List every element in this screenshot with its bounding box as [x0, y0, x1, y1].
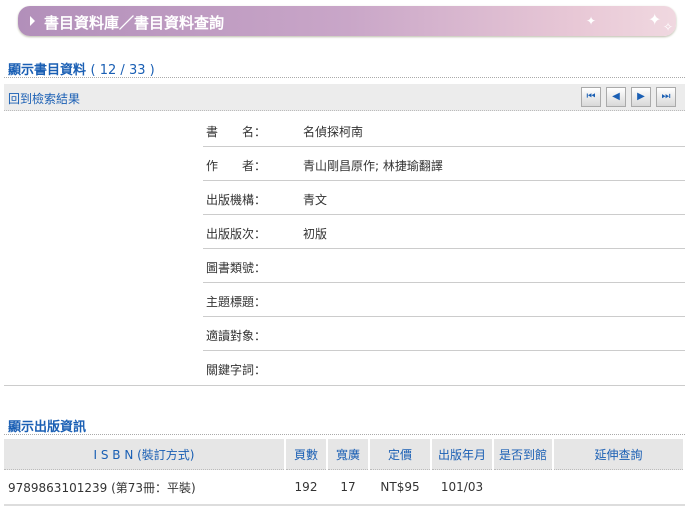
- detail-row-publisher: 出版機構： 青文: [203, 181, 685, 215]
- section-title-publication: 顯示出版資訊: [8, 420, 87, 435]
- section-title-bibliographic: 顯示書目資料 ( 12 / 33 ): [8, 59, 155, 78]
- divider: [4, 434, 685, 435]
- isbn-cell: 9789863101239 (第73冊：平裝): [4, 469, 286, 506]
- pub-date-cell: 101/03: [431, 469, 494, 506]
- field-label: 主題標題：: [206, 295, 267, 309]
- banner-title: 書目資料庫／書目資料查詢: [44, 14, 225, 32]
- field-label: 關鍵字詞：: [206, 363, 267, 377]
- detail-row-title: 書 名： 名偵探柯南: [203, 113, 685, 147]
- col-isbn: I S B N (裝訂方式): [4, 439, 286, 470]
- field-label: 出版版次：: [206, 227, 267, 241]
- detail-row-classification: 圖書類號：: [203, 249, 685, 283]
- triangle-icon: [30, 16, 35, 26]
- detail-row-subject: 主題標題：: [203, 283, 685, 317]
- availability-cell: [493, 469, 554, 506]
- pages-cell: 192: [285, 469, 328, 506]
- field-value: 青文: [303, 193, 328, 207]
- field-value: 初版: [303, 227, 328, 241]
- table-row: 9789863101239 (第73冊：平裝) 192 17 NT$95 101…: [4, 469, 685, 506]
- prev-record-button[interactable]: ◀: [606, 87, 626, 107]
- detail-row-audience: 適讀對象：: [203, 317, 685, 351]
- size-cell: 17: [327, 469, 370, 506]
- col-availability: 是否到館: [493, 439, 554, 470]
- first-record-button[interactable]: ⏮: [581, 87, 601, 107]
- col-pages: 頁數: [285, 439, 328, 470]
- back-to-results-link[interactable]: 回到檢索結果: [8, 90, 80, 107]
- table-header-row: I S B N (裝訂方式) 頁數 寬廣 定價 出版年月 是否到館 延伸查詢: [4, 439, 685, 470]
- detail-row-edition: 出版版次： 初版: [203, 215, 685, 249]
- sparkle-icon: ✦: [648, 10, 662, 29]
- next-record-button[interactable]: ▶: [631, 87, 651, 107]
- field-value: 青山剛昌原作; 林捷瑜翻譯: [303, 159, 443, 173]
- extended-search-cell: [553, 469, 685, 506]
- section-title-text: 顯示書目資料: [8, 63, 87, 78]
- price-cell: NT$95: [369, 469, 432, 506]
- col-size: 寬廣: [327, 439, 370, 470]
- page-banner: 書目資料庫／書目資料查詢 ✦ ✦ ✧: [18, 6, 676, 36]
- sparkle-icon: ✧: [663, 20, 674, 34]
- record-count: ( 12 / 33 ): [90, 63, 155, 78]
- publication-table: I S B N (裝訂方式) 頁數 寬廣 定價 出版年月 是否到館 延伸查詢 9…: [4, 439, 685, 506]
- detail-row-author: 作 者： 青山剛昌原作; 林捷瑜翻譯: [203, 147, 685, 181]
- field-value: 名偵探柯南: [303, 125, 364, 139]
- divider: [4, 77, 685, 78]
- col-extended-search: 延伸查詢: [553, 439, 685, 470]
- field-label: 作 者：: [206, 159, 267, 173]
- field-label: 圖書類號：: [206, 261, 267, 275]
- detail-row-keywords: 關鍵字詞：: [203, 351, 685, 384]
- field-label: 書 名：: [206, 125, 267, 139]
- field-label: 適讀對象：: [206, 329, 267, 343]
- last-record-button[interactable]: ⏭: [656, 87, 676, 107]
- col-price: 定價: [369, 439, 432, 470]
- field-label: 出版機構：: [206, 193, 267, 207]
- divider: [4, 385, 685, 386]
- col-pub-date: 出版年月: [431, 439, 494, 470]
- sparkle-icon: ✦: [586, 14, 597, 28]
- toolbar: 回到檢索結果 ⏮ ◀ ▶ ⏭: [4, 84, 685, 111]
